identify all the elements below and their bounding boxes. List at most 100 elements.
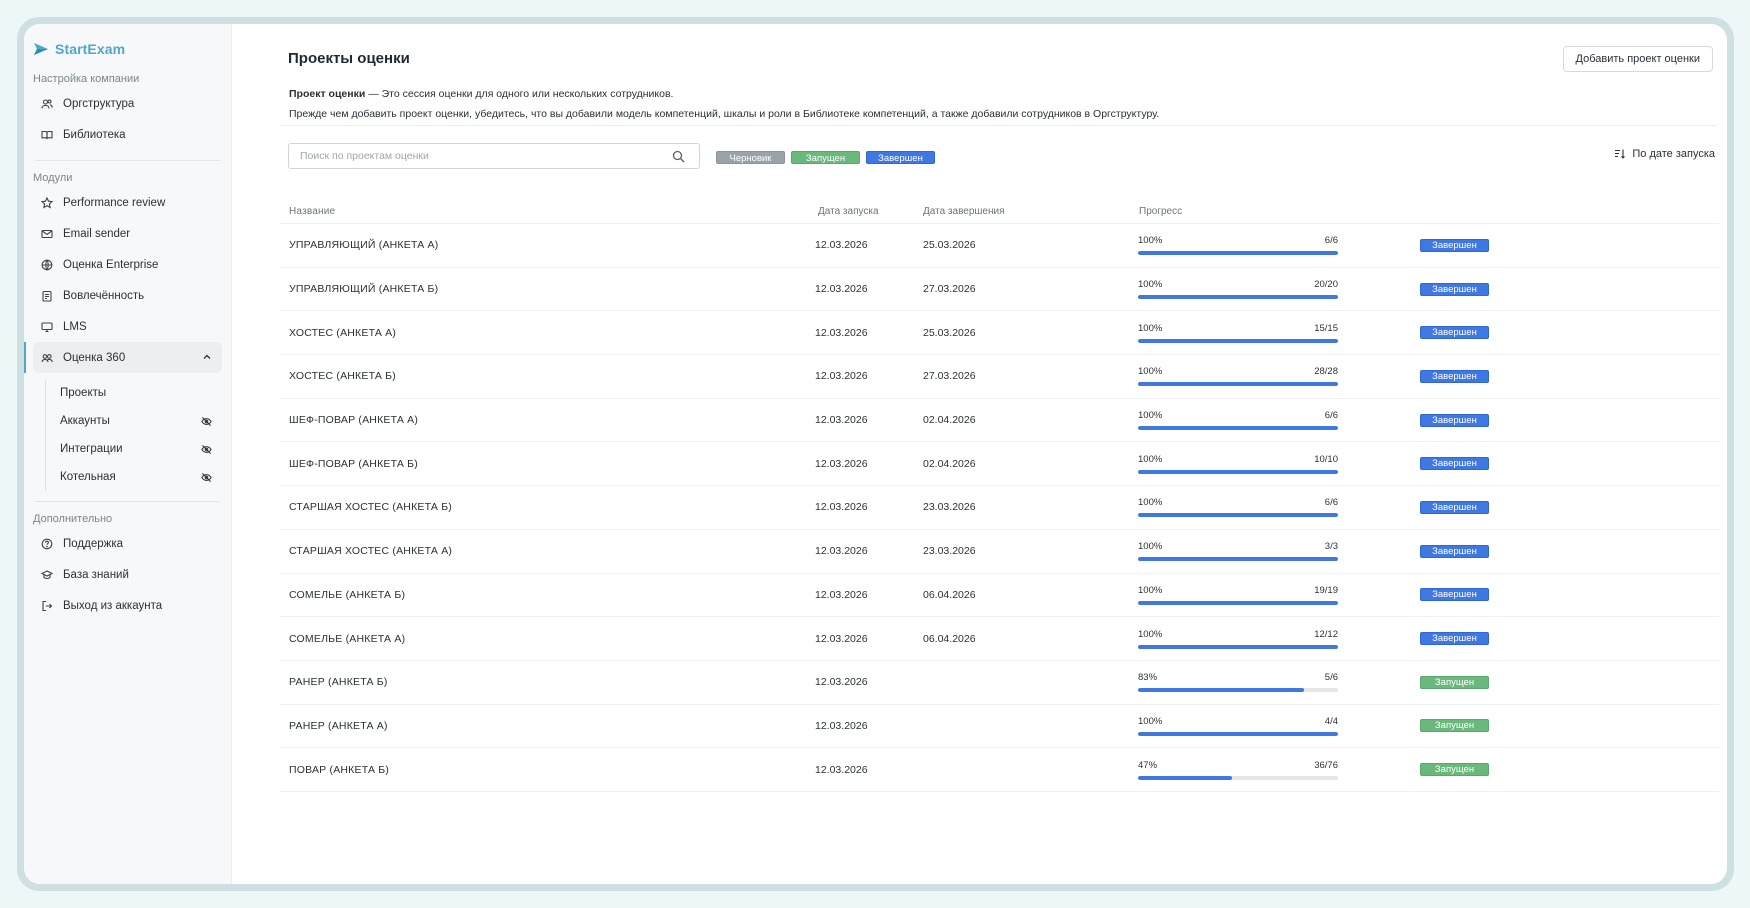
table-row[interactable]: СОМЕЛЬЕ (АНКЕТА А) 12.03.2026 06.04.2026 10… [280,617,1719,661]
progress-fill [1138,775,1232,780]
start-date: 12.03.2026 [815,676,868,689]
end-date: 06.04.2026 [923,632,976,645]
table-row[interactable]: ХОСТЕС (АНКЕТА Б) 12.03.2026 27.03.2026 100… [280,355,1719,399]
table-row[interactable]: ХОСТЕС (АНКЕТА А) 12.03.2026 25.03.2026 100… [280,311,1719,356]
project-name[interactable]: РАНЕР (АНКЕТА А) [280,720,815,732]
sidebar-item-lms[interactable]: LMS [33,311,222,342]
progress-count: 6/6 [1324,497,1338,509]
project-name[interactable]: ХОСТЕС (АНКЕТА А) [280,327,815,339]
column-header-start[interactable]: Дата запуска [815,206,923,217]
sidebar-item-support[interactable]: Поддержка [33,528,222,559]
sidebar-item-360[interactable]: Оценка 360 [24,342,222,373]
project-name[interactable]: ПОВАР (АНКЕТА Б) [280,764,815,776]
table-row[interactable]: УПРАВЛЯЮЩИЙ (АНКЕТА А) 12.03.2026 25.03.20… [280,224,1719,268]
sidebar-item-performance-review[interactable]: Performance review [33,187,222,218]
sub-item-integrations[interactable]: Интеграции [60,435,222,463]
sub-item-boiler-room[interactable]: Котельная [60,463,222,491]
sidebar-item-label: Email sender [63,227,131,240]
project-name[interactable]: СТАРШАЯ ХОСТЕС (АНКЕТА Б) [280,501,815,513]
project-name[interactable]: ШЕФ-ПОВАР (АНКЕТА А) [280,414,815,426]
sidebar-item-logout[interactable]: Выход из аккаунта [33,590,222,621]
filter-running[interactable]: Запущен [791,151,860,164]
progress-track [1138,426,1338,431]
project-name[interactable]: УПРАВЛЯЮЩИЙ (АНКЕТА Б) [280,283,815,295]
progress-cell: 100% 28/28 [1137,366,1420,387]
sidebar: StartExam Настройка компании Оргструктур… [24,24,232,884]
progress-cell: 100% 6/6 [1137,410,1420,431]
add-project-button[interactable]: Добавить проект оценки [1562,46,1713,72]
progress-bar: 100% 19/19 [1138,585,1338,605]
sidebar-item-enterprise[interactable]: Оценка Enterprise [33,249,222,280]
project-name[interactable]: РАНЕР (АНКЕТА Б) [280,676,815,688]
chevron-up-icon[interactable] [202,352,212,362]
progress-percent: 100% [1138,715,1163,727]
help-icon [41,538,53,550]
sidebar-item-engagement[interactable]: Вовлечённость [33,280,222,311]
table-row[interactable]: ПОВАР (АНКЕТА Б) 12.03.2026 47% 36/76 Запуще… [280,748,1719,792]
progress-fill [1138,557,1338,562]
progress-bar: 100% 3/3 [1138,541,1338,562]
progress-track [1138,600,1338,605]
logout-icon [41,600,53,612]
column-header-name[interactable]: Название [280,206,815,217]
project-name[interactable]: УПРАВЛЯЮЩИЙ (АНКЕТА А) [280,239,815,251]
progress-track [1138,731,1338,736]
page-description: Проект оценки — Это сессия оценки для од… [289,84,1159,124]
sub-item-accounts[interactable]: Аккаунты [60,407,222,435]
progress-bar: 100% 15/15 [1138,323,1338,343]
progress-track [1138,382,1338,387]
search-input[interactable] [289,144,699,168]
section-title-company: Настройка компании [33,73,140,85]
main-content: Проекты оценки Добавить проект оценки Пр… [232,24,1727,884]
table-row[interactable]: СОМЕЛЬЕ (АНКЕТА Б) 12.03.2026 06.04.2026 10… [280,574,1719,618]
table-row[interactable]: УПРАВЛЯЮЩИЙ (АНКЕТА Б) 12.03.2026 27.03.20… [280,268,1719,312]
sidebar-item-library[interactable]: Библиотека [33,119,222,150]
sidebar-item-label: Оценка Enterprise [63,258,159,271]
start-date: 12.03.2026 [815,545,868,558]
table-row[interactable]: ШЕФ-ПОВАР (АНКЕТА А) 12.03.2026 02.04.2026… [280,399,1719,443]
progress-percent: 100% [1138,279,1163,291]
search-icon[interactable] [672,150,685,163]
end-date: 23.03.2026 [923,545,976,558]
sub-item-projects[interactable]: Проекты [60,379,222,407]
progress-percent: 100% [1138,410,1163,422]
start-date: 12.03.2026 [815,588,868,601]
progress-bar: 100% 12/12 [1138,629,1338,649]
progress-track [1138,557,1338,562]
table-row[interactable]: РАНЕР (АНКЕТА Б) 12.03.2026 83% 5/6 Запущен [280,661,1719,705]
project-name[interactable]: ХОСТЕС (АНКЕТА Б) [280,370,815,382]
project-name[interactable]: СОМЕЛЬЕ (АНКЕТА А) [280,633,815,645]
progress-cell: 100% 10/10 [1137,454,1420,474]
table-row[interactable]: ШЕФ-ПОВАР (АНКЕТА Б) 12.03.2026 02.04.2026… [280,442,1719,487]
project-name[interactable]: ШЕФ-ПОВАР (АНКЕТА Б) [280,458,815,470]
eye-off-icon[interactable] [201,444,212,455]
table-row[interactable]: СТАРШАЯ ХОСТЕС (АНКЕТА Б) 12.03.2026 23.03… [280,486,1719,530]
search-box [288,143,700,169]
progress-percent: 100% [1138,584,1163,596]
filter-done[interactable]: Завершен [866,151,935,164]
sort-control[interactable]: По дате запуска [1614,148,1715,160]
table-row[interactable]: РАНЕР (АНКЕТА А) 12.03.2026 100% 4/4 Запущен [280,705,1719,749]
eye-off-icon[interactable] [201,416,212,427]
brand[interactable]: StartExam [33,38,222,60]
sidebar-divider [35,160,220,161]
progress-count: 28/28 [1314,366,1338,378]
progress-fill [1138,644,1338,649]
status-cell: Завершен [1420,282,1719,296]
project-name[interactable]: СОМЕЛЬЕ (АНКЕТА Б) [280,589,815,601]
status-filters: Черновик Запущен Завершен [716,151,935,164]
filter-draft[interactable]: Черновик [716,151,785,164]
table-row[interactable]: СТАРШАЯ ХОСТЕС (АНКЕТА А) 12.03.2026 23.03… [280,530,1719,574]
progress-bar: 100% 6/6 [1138,497,1338,518]
project-name[interactable]: СТАРШАЯ ХОСТЕС (АНКЕТА А) [280,545,815,557]
section-title-modules: Модули [33,172,73,184]
eye-off-icon[interactable] [201,472,212,483]
progress-count: 36/76 [1314,759,1338,771]
column-header-end[interactable]: Дата завершения [923,206,1137,217]
column-header-progress[interactable]: Прогресс [1137,206,1420,217]
progress-percent: 100% [1138,322,1163,334]
sidebar-item-knowledge-base[interactable]: База знаний [33,559,222,590]
sidebar-item-email-sender[interactable]: Email sender [33,218,222,249]
progress-track [1138,338,1338,343]
sidebar-item-orgstructure[interactable]: Оргструктура [33,88,222,119]
